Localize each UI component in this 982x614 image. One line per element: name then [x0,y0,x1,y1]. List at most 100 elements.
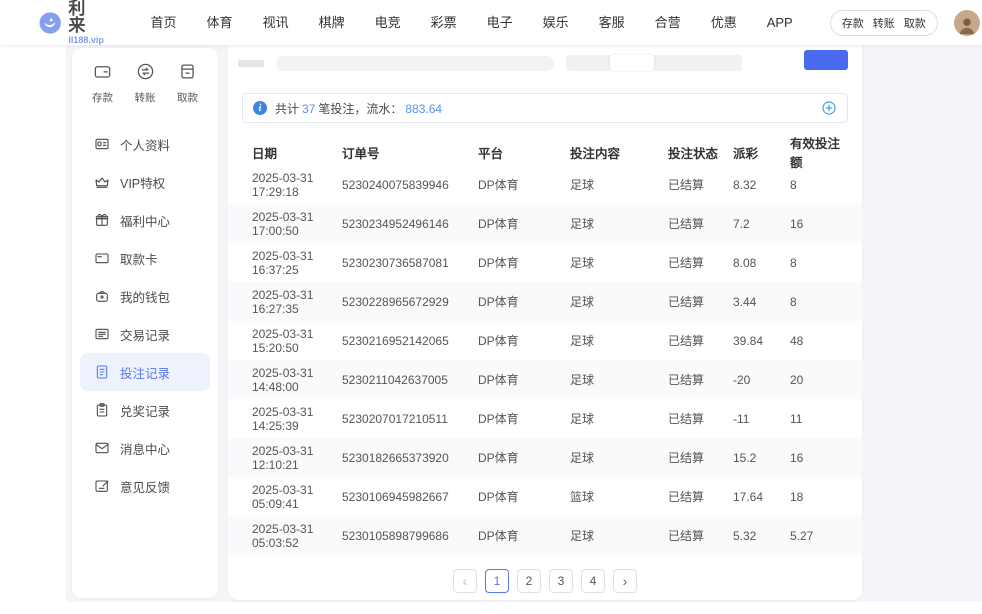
nav-item-棋牌[interactable]: 棋牌 [304,0,360,45]
header-quick-pill[interactable]: 存款转账取款 [830,10,938,36]
transfer-icon [136,62,155,86]
cell-payout: 15.2 [733,451,790,465]
table-body: 2025-03-3117:29:185230240075839946DP体育足球… [228,165,862,555]
page-button-4[interactable]: 4 [581,569,605,593]
feedback-icon [94,478,110,494]
nav-item-优惠[interactable]: 优惠 [696,0,752,45]
bank-card-icon [94,250,110,266]
table-row: 2025-03-3105:09:415230106945982667DP体育篮球… [228,477,862,516]
sidebar-quick-actions: 存款 转账取款 [72,48,218,111]
document-icon [94,364,110,380]
filter-tab[interactable] [566,55,610,71]
cell-bet-status: 已结算 [668,410,733,427]
cell-valid-bet: 8 [790,295,852,309]
sidebar-item-label: 意见反馈 [120,477,170,496]
summary-text: 共计37笔投注，流水：883.64 [275,100,445,117]
quick-label: 存款 [92,90,113,105]
crown-icon [94,174,110,190]
cell-bet-content: 足球 [570,410,668,427]
cell-payout: -11 [733,412,790,426]
date-value: 2025-03-31 [252,483,342,497]
cell-order-number: 5230105898799686 [342,529,478,543]
quick-action-存款[interactable]: 存款 [842,15,864,31]
cell-bet-content: 足球 [570,254,668,271]
quick-action-取款[interactable]: 取款 [904,15,926,31]
sidebar-item-取款卡[interactable]: 取款卡 [80,239,210,277]
cell-date: 2025-03-3117:29:18 [252,171,342,199]
sidebar-item-兑奖记录[interactable]: 兑奖记录 [80,391,210,429]
nav-item-APP[interactable]: APP [752,0,808,45]
nav-item-首页[interactable]: 首页 [136,0,192,45]
cell-payout: 5.32 [733,529,790,543]
sidebar-item-交易记录[interactable]: 交易记录 [80,315,210,353]
cell-payout: 7.2 [733,217,790,231]
cell-date: 2025-03-3114:25:39 [252,405,342,433]
cell-payout: 3.44 [733,295,790,309]
cell-order-number: 5230211042637005 [342,373,478,387]
table-row: 2025-03-3116:27:355230228965672929DP体育足球… [228,282,862,321]
filter-tab[interactable] [654,55,698,71]
sidebar-item-投注记录[interactable]: 投注记录 [80,353,210,391]
avatar[interactable] [954,10,980,36]
table-row: 2025-03-3115:20:505230216952142065DP体育足球… [228,321,862,360]
nav-item-体育[interactable]: 体育 [192,0,248,45]
filter-tab[interactable] [698,55,742,71]
cell-bet-status: 已结算 [668,332,733,349]
filter-tab-selected[interactable] [610,55,654,71]
user-block[interactable]: anxin3399总资产： 1363.49元 永久域名： ll188.vip |… [954,9,982,37]
sidebar-item-福利中心[interactable]: 福利中心 [80,201,210,239]
nav-item-彩票[interactable]: 彩票 [416,0,472,45]
sidebar-item-我的钱包[interactable]: 我的钱包 [80,277,210,315]
nav-item-娱乐[interactable]: 娱乐 [528,0,584,45]
cell-date: 2025-03-3114:48:00 [252,366,342,394]
page-button-3[interactable]: 3 [549,569,573,593]
cell-valid-bet: 18 [790,490,852,504]
sidebar-item-label: 投注记录 [120,363,170,382]
table-row: 2025-03-3117:29:185230240075839946DP体育足球… [228,165,862,204]
logo[interactable]: 利 来 ll188.vip [38,0,110,45]
sidebar-item-label: 取款卡 [120,249,158,268]
quick-action-转账[interactable]: 转账 [873,15,895,31]
date-value: 2025-03-31 [252,366,342,380]
list-icon [94,326,110,342]
prev-page-button[interactable]: ‹ [453,569,477,593]
gift-icon [94,212,110,228]
page-button-1[interactable]: 1 [485,569,509,593]
sidebar-item-个人资料[interactable]: 个人资料 [80,125,210,163]
next-page-button[interactable]: › [613,569,637,593]
sidebar-quick-取款[interactable]: 取款 [177,62,198,105]
time-value: 16:37:25 [252,263,342,277]
date-value: 2025-03-31 [252,444,342,458]
table-row: 2025-03-3117:00:505230234952496146DP体育足球… [228,204,862,243]
expand-plus-icon[interactable] [821,100,837,116]
cell-valid-bet: 20 [790,373,852,387]
nav-item-电子[interactable]: 电子 [472,0,528,45]
sidebar-item-意见反馈[interactable]: 意见反馈 [80,467,210,505]
cell-date: 2025-03-3105:03:52 [252,522,342,550]
nav-item-客服[interactable]: 客服 [584,0,640,45]
time-value: 14:25:39 [252,419,342,433]
filter-tabs[interactable] [566,55,742,71]
nav-item-视讯[interactable]: 视讯 [248,0,304,45]
sidebar-item-VIP特权[interactable]: VIP特权 [80,163,210,201]
filter-search-button[interactable] [804,50,848,70]
cell-valid-bet: 16 [790,217,852,231]
column-header-平台: 平台 [478,143,570,162]
sidebar-item-消息中心[interactable]: 消息中心 [80,429,210,467]
sidebar-item-label: 交易记录 [120,325,170,344]
info-icon: i [253,101,267,115]
nav-item-电竞[interactable]: 电竞 [360,0,416,45]
cell-bet-status: 已结算 [668,254,733,271]
sidebar-item-label: 兑奖记录 [120,401,170,420]
sidebar-quick-转账[interactable]: 转账 [135,62,156,105]
nav-item-合营[interactable]: 合营 [640,0,696,45]
sidebar-quick-存款[interactable]: 存款 [92,62,113,105]
cell-valid-bet: 5.27 [790,529,852,543]
page-button-2[interactable]: 2 [517,569,541,593]
cell-order-number: 5230182665373920 [342,451,478,465]
deposit-icon [93,62,112,86]
filter-input[interactable] [276,56,554,71]
table-row: 2025-03-3114:48:005230211042637005DP体育足球… [228,360,862,399]
time-value: 16:27:35 [252,302,342,316]
sidebar-item-label: 我的钱包 [120,287,170,306]
